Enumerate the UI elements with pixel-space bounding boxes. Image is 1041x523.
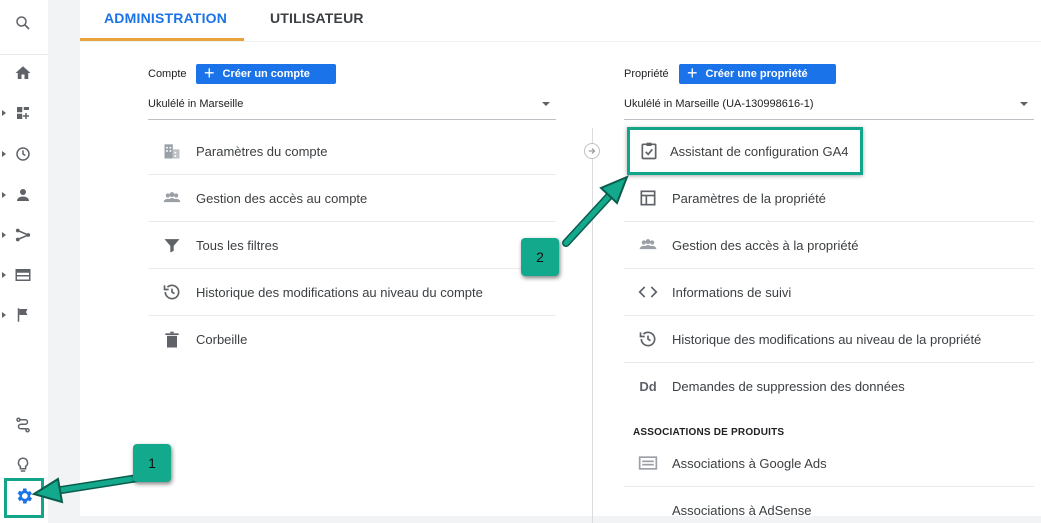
arrow-2-inner [563,190,615,246]
callout-1: 1 [133,444,171,482]
arrow-1-head [31,477,64,504]
callout-2: 2 [521,238,559,276]
arrow-1-inner [52,475,141,494]
